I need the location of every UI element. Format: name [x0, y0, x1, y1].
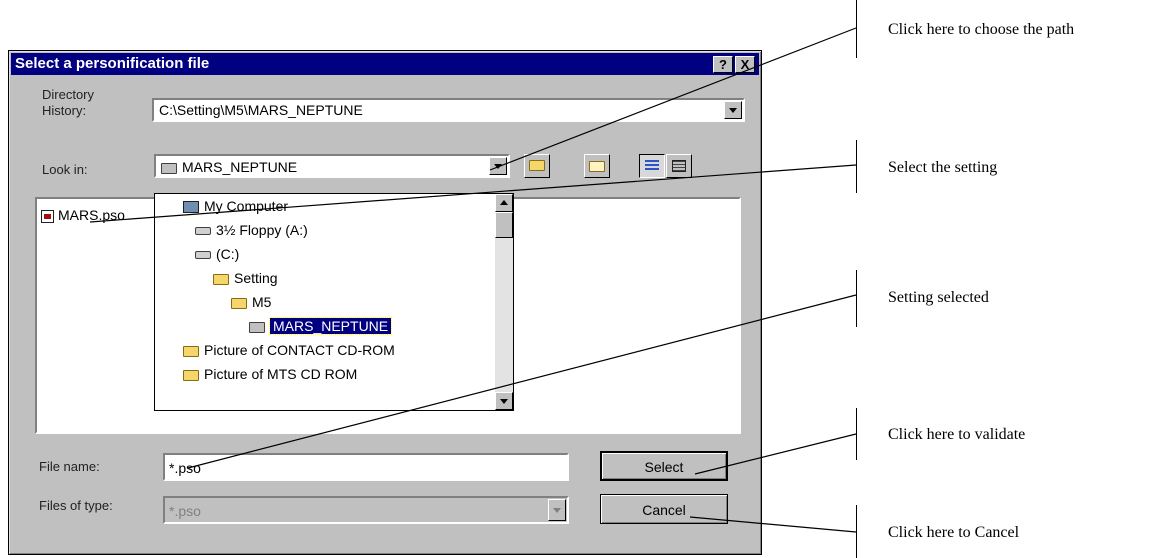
annotation-bar: [856, 0, 857, 58]
annotation-lines: [89, 27, 857, 533]
annotation-bar: [856, 505, 857, 558]
pointer-line-path: [489, 27, 857, 171]
pointer-line-cancel: [689, 516, 857, 533]
pointer-line-setting: [89, 164, 857, 223]
annotation-select-setting: Select the setting: [888, 159, 998, 176]
annotation-setting-selected: Setting selected: [888, 289, 989, 306]
annotation-validate: Click here to validate: [888, 426, 1026, 443]
pointer-line-validate: [694, 433, 857, 475]
annotation-bar: [856, 408, 857, 460]
annotation-cancel: Click here to Cancel: [888, 524, 1020, 541]
annotation-bar: [856, 140, 857, 193]
annotation-choose-path: Click here to choose the path: [888, 21, 1075, 38]
annotation-bar: [856, 270, 857, 327]
pointer-line-selected: [187, 294, 857, 469]
